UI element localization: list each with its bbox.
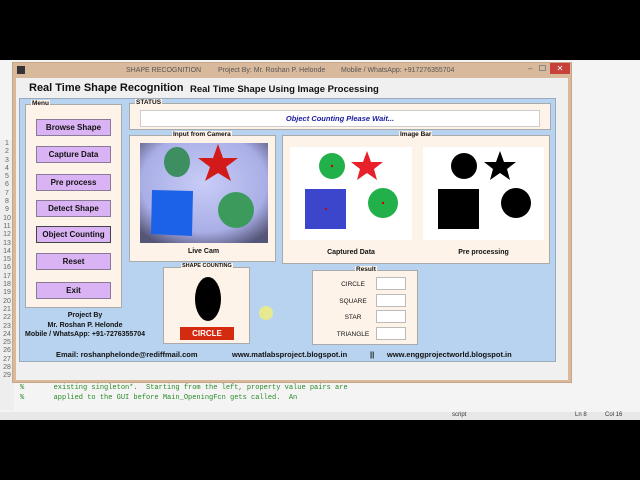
editor-status-bar: script Ln 8 Col 16 bbox=[0, 412, 640, 420]
square-shape bbox=[151, 190, 193, 236]
circle-shape bbox=[164, 147, 190, 177]
footer-site2: www.enggprojectworld.blogspot.in bbox=[387, 350, 512, 359]
browse-shape-button[interactable]: Browse Shape bbox=[36, 119, 111, 136]
close-button[interactable]: ✕ bbox=[550, 63, 570, 74]
circle-count-label: CIRCLE bbox=[341, 281, 365, 288]
gui-window: SHAPE RECOGNITION Project By: Mr. Roshan… bbox=[12, 62, 572, 383]
captured-caption: Captured Data bbox=[327, 249, 375, 256]
window-title: SHAPE RECOGNITION bbox=[126, 67, 202, 74]
credits-line: Mobile / WhatsApp: +91-7276355704 bbox=[24, 331, 146, 338]
matlab-icon bbox=[17, 66, 25, 74]
result-panel: Result CIRCLE SQUARE STAR TRIANGLE bbox=[312, 266, 418, 345]
reset-button[interactable]: Reset bbox=[36, 253, 111, 270]
square-count-field[interactable] bbox=[376, 294, 406, 307]
preprocessed-image bbox=[423, 147, 544, 240]
footer-email: Email: roshanphelonde@rediffmail.com bbox=[56, 350, 198, 359]
detect-shape-button[interactable]: Detect Shape bbox=[36, 200, 111, 217]
credits-line: Mr. Roshan P. Helonde bbox=[47, 321, 123, 329]
shape-counting-panel: SHAPE COUNTING CIRCLE bbox=[163, 263, 250, 344]
circle-count-field[interactable] bbox=[376, 277, 406, 290]
window-project: Project By: Mr. Roshan P. Helonde bbox=[218, 67, 326, 74]
main-panel: Menu Browse Shape Capture Data Pre proce… bbox=[19, 98, 556, 362]
camera-panel: Input from Camera Live Cam bbox=[129, 131, 276, 262]
star-count-label: STAR bbox=[344, 314, 362, 321]
app-title: Real Time Shape Recognition bbox=[29, 82, 184, 94]
code-line: % applied to the GUI before Main_Opening… bbox=[20, 394, 298, 402]
title-bar[interactable]: SHAPE RECOGNITION Project By: Mr. Roshan… bbox=[13, 63, 571, 78]
shape-counting-label: SHAPE COUNTING bbox=[181, 263, 233, 269]
menu-panel: Menu Browse Shape Capture Data Pre proce… bbox=[25, 100, 122, 308]
cursor-highlight bbox=[259, 306, 273, 320]
image-bar-label: Image Bar bbox=[399, 131, 433, 138]
captured-image bbox=[290, 147, 412, 240]
code-area[interactable]: % existing singleton*. Starting from the… bbox=[20, 383, 520, 403]
triangle-count-label: TRIANGLE bbox=[336, 331, 370, 338]
star-count-field[interactable] bbox=[376, 310, 406, 323]
detected-shape-image bbox=[195, 277, 221, 321]
live-cam-image bbox=[140, 143, 268, 243]
image-bar-panel: Image Bar Captured Data Pre processing bbox=[282, 131, 550, 264]
gui-client: Real Time Shape Recognition Real Time Sh… bbox=[16, 78, 568, 380]
circle-shape bbox=[218, 192, 254, 228]
camera-label: Input from Camera bbox=[172, 131, 232, 138]
capture-data-button[interactable]: Capture Data bbox=[36, 146, 111, 163]
status-text: Object Counting Please Wait... bbox=[140, 110, 540, 127]
line-indicator: Ln 8 bbox=[575, 412, 587, 418]
window-mobile: Mobile / WhatsApp: +917276355704 bbox=[341, 67, 455, 74]
minimize-button[interactable]: – bbox=[528, 64, 532, 73]
object-counting-button[interactable]: Object Counting bbox=[36, 226, 111, 243]
footer-site1: www.matlabsproject.blogspot.in bbox=[232, 350, 348, 359]
pre-process-button[interactable]: Pre process bbox=[36, 174, 111, 191]
maximize-button[interactable] bbox=[539, 65, 546, 71]
status-label: STATUS bbox=[135, 99, 163, 106]
app-subtitle: Real Time Shape Using Image Processing bbox=[190, 84, 379, 95]
result-label: Result bbox=[355, 266, 377, 273]
credits: Project By Mr. Roshan P. Helonde Mobile … bbox=[20, 311, 150, 340]
square-count-label: SQUARE bbox=[339, 298, 367, 305]
status-panel: STATUS Object Counting Please Wait... bbox=[129, 99, 551, 130]
live-cam-caption: Live Cam bbox=[187, 248, 220, 255]
shape-result-label: CIRCLE bbox=[180, 327, 234, 340]
credits-line: Project By bbox=[67, 312, 103, 319]
mode-label: script bbox=[452, 412, 467, 418]
menu-label: Menu bbox=[31, 100, 50, 107]
footer-separator: || bbox=[370, 350, 375, 359]
col-indicator: Col 16 bbox=[605, 412, 623, 418]
code-line: % existing singleton*. Starting from the… bbox=[20, 384, 348, 392]
triangle-count-field[interactable] bbox=[376, 327, 406, 340]
preprocessed-caption: Pre processing bbox=[458, 249, 509, 256]
exit-button[interactable]: Exit bbox=[36, 282, 111, 299]
